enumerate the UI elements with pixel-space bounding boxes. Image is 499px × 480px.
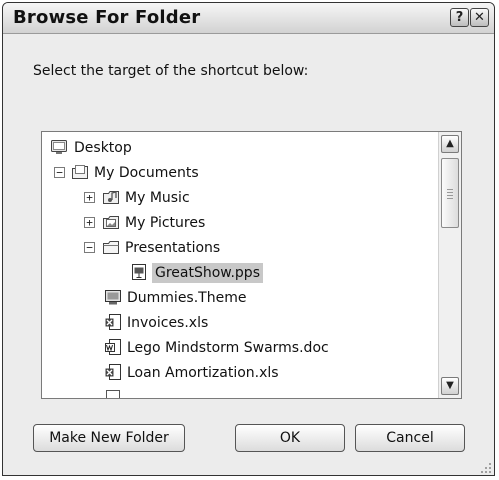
make-new-folder-button[interactable]: Make New Folder (33, 424, 185, 452)
tree-item-label: Presentations (125, 240, 221, 256)
grip-line (447, 195, 453, 196)
desktop-icon (50, 138, 68, 156)
tree-item-dummies-theme[interactable]: Dummies.Theme (42, 287, 432, 309)
collapse-toggle[interactable]: − (54, 167, 65, 178)
title-bar[interactable]: Browse For Folder ? ✕ (3, 3, 494, 34)
tree-item-label: My Pictures (125, 215, 206, 231)
tree-item-partial (42, 388, 432, 398)
tree-item-label: Desktop (74, 140, 132, 156)
tree-item-label: Loan Amortization.xls (127, 365, 279, 381)
tree-item-my-pictures[interactable]: + My Pictures (42, 212, 432, 234)
excel-file-icon (104, 313, 122, 331)
tree-item-label: GreatShow.pps (152, 263, 263, 283)
tree-item-my-music[interactable]: + My Music (42, 187, 432, 209)
dialog-title: Browse For Folder (13, 7, 201, 28)
tree-item-desktop[interactable]: Desktop (42, 137, 432, 159)
close-button[interactable]: ✕ (470, 8, 489, 27)
excel-file-icon (104, 363, 122, 381)
tree-item-presentations[interactable]: − Presentations (42, 237, 432, 259)
tree-item-my-documents[interactable]: − My Documents (42, 162, 432, 184)
cancel-button[interactable]: Cancel (355, 424, 465, 452)
tree-item-greatshow[interactable]: GreatShow.pps (42, 262, 432, 284)
vertical-scrollbar[interactable]: ▲ ▼ (438, 132, 461, 398)
tree-item-label: Dummies.Theme (127, 290, 247, 306)
documents-folder-icon (71, 163, 89, 181)
folder-tree[interactable]: Desktop − My Documents + My Music + My P… (41, 131, 462, 399)
instruction-text: Select the target of the shortcut below: (33, 63, 309, 79)
slideshow-file-icon (130, 263, 148, 281)
folder-icon (102, 238, 120, 256)
expand-toggle[interactable]: + (84, 217, 95, 228)
scroll-up-arrow-icon[interactable]: ▲ (441, 135, 459, 153)
browse-for-folder-dialog: Browse For Folder ? ✕ Select the target … (2, 2, 495, 476)
pictures-folder-icon (102, 213, 120, 231)
scroll-down-arrow-icon[interactable]: ▼ (441, 377, 459, 395)
scroll-thumb[interactable] (441, 158, 459, 228)
theme-file-icon (104, 288, 122, 306)
tree-item-lego-mindstorm[interactable]: Lego Mindstorm Swarms.doc (42, 337, 432, 359)
word-file-icon (104, 338, 122, 356)
collapse-toggle[interactable]: − (84, 242, 95, 253)
ok-button[interactable]: OK (235, 424, 345, 452)
tree-item-label: Lego Mindstorm Swarms.doc (127, 340, 329, 356)
help-button[interactable]: ? (450, 8, 469, 27)
tree-item-label: Invoices.xls (127, 315, 209, 331)
expand-toggle[interactable]: + (84, 192, 95, 203)
tree-item-label: My Music (125, 190, 190, 206)
grip-line (447, 192, 453, 193)
file-icon (104, 389, 122, 398)
tree-item-invoices[interactable]: Invoices.xls (42, 312, 432, 334)
resize-grip-icon[interactable] (478, 459, 492, 473)
grip-line (447, 198, 453, 199)
music-folder-icon (102, 188, 120, 206)
tree-item-loan-amortization[interactable]: Loan Amortization.xls (42, 362, 432, 384)
tree-item-label: My Documents (94, 165, 199, 181)
grip-line (447, 189, 453, 190)
tree-content: Desktop − My Documents + My Music + My P… (42, 132, 437, 398)
